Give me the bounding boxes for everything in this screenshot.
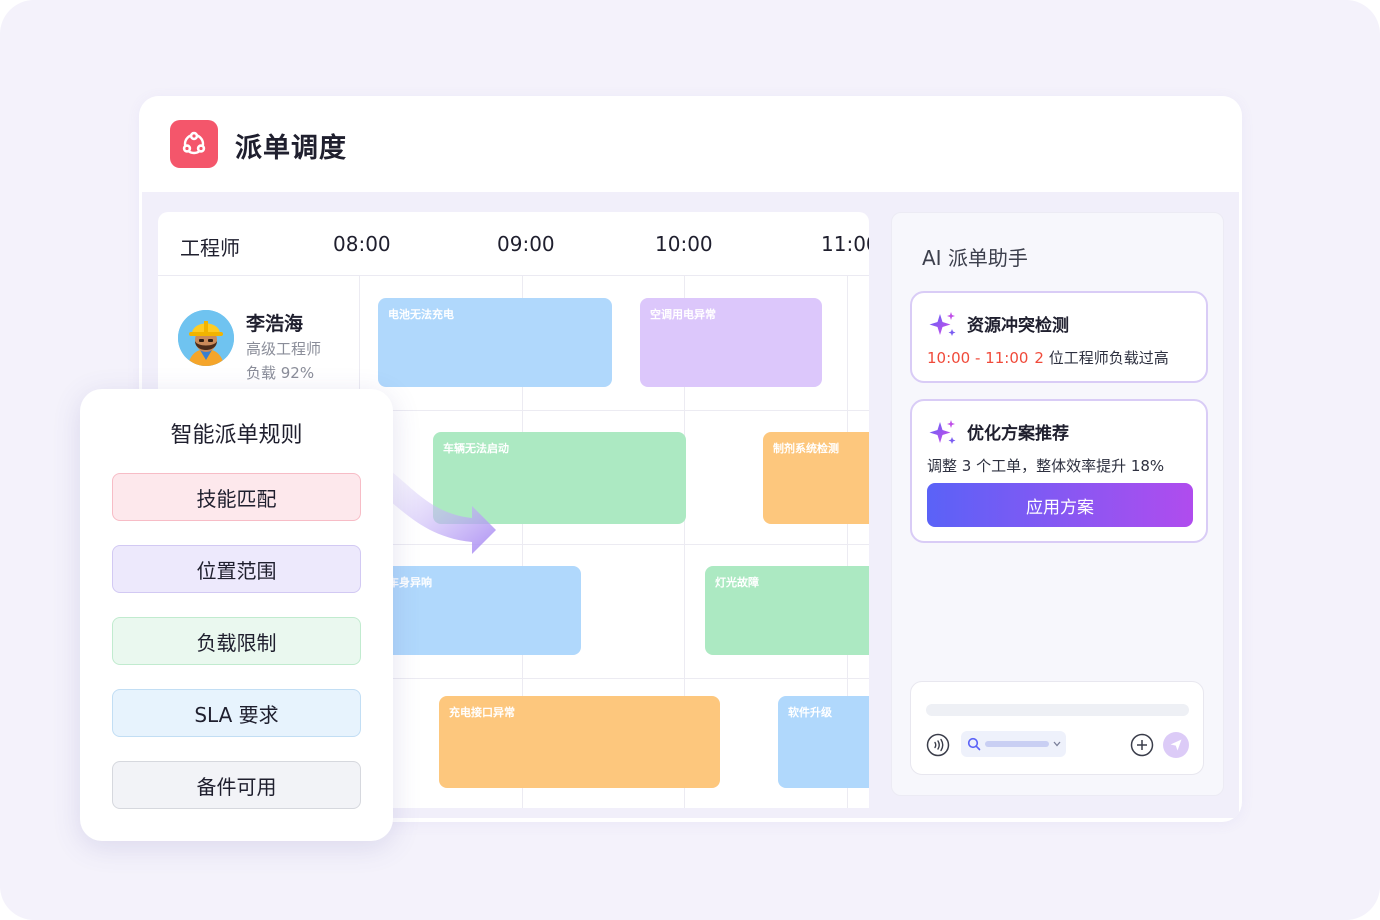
- task-card[interactable]: 电池无法充电: [378, 298, 612, 387]
- voice-icon[interactable]: [926, 733, 950, 757]
- rule-spare-parts[interactable]: 备件可用: [112, 761, 361, 809]
- task-card[interactable]: 制剂系统检测: [763, 432, 869, 524]
- conflict-description: 位工程师负载过高: [1043, 349, 1169, 367]
- sparkle-icon: [929, 420, 956, 444]
- send-button[interactable]: [1163, 732, 1189, 758]
- ai-assistant-panel: AI 派单助手 资源冲突检测 10:00 - 11:00 2 位工程师负载过高: [891, 212, 1224, 796]
- assistant-title: AI 派单助手: [922, 246, 1028, 270]
- conflict-card[interactable]: 资源冲突检测 10:00 - 11:00 2 位工程师负载过高: [910, 291, 1208, 383]
- chevron-down-icon: [1053, 741, 1061, 747]
- task-card[interactable]: 空调用电异常: [640, 298, 822, 387]
- chat-input-box[interactable]: [910, 681, 1204, 775]
- schedule-header: 工程师 08:00 09:00 10:00 11:00: [158, 212, 869, 276]
- flow-arrow-icon: [384, 466, 496, 554]
- chat-input-field[interactable]: [926, 704, 1189, 716]
- dispatch-logo-icon: [170, 120, 218, 168]
- optimize-card: 优化方案推荐 调整 3 个工单，整体效率提升 18% 应用方案: [910, 399, 1208, 543]
- optimize-text: 调整 3 个工单，整体效率提升 18%: [927, 457, 1165, 475]
- task-card[interactable]: 软件升级: [778, 696, 869, 788]
- rule-sla-requirement[interactable]: SLA 要求: [112, 689, 361, 737]
- conflict-count: 2: [1034, 349, 1044, 367]
- rule-location-range[interactable]: 位置范围: [112, 545, 361, 593]
- column-time-1000: 10:00: [655, 232, 713, 256]
- engineer-avatar: [178, 310, 234, 366]
- conflict-title: 资源冲突检测: [967, 316, 1069, 336]
- conflict-text: 10:00 - 11:00 2 位工程师负载过高: [927, 347, 1169, 368]
- send-icon: [1170, 739, 1182, 751]
- engineer-name: 李浩海: [246, 313, 304, 335]
- column-time-0900: 09:00: [497, 232, 555, 256]
- mode-select-value: [985, 741, 1049, 747]
- app-header: 派单调度: [139, 96, 1242, 192]
- column-time-1100: 11:00: [821, 232, 869, 256]
- smart-dispatch-rules-panel: 智能派单规则 技能匹配 位置范围 负载限制 SLA 要求 备件可用: [80, 389, 393, 841]
- conflict-time: 10:00 - 11:00: [927, 349, 1029, 367]
- engineer-load: 负载 92%: [246, 364, 315, 382]
- apply-plan-button[interactable]: 应用方案: [927, 483, 1193, 527]
- task-card[interactable]: 灯光故障: [705, 566, 869, 655]
- page-title: 派单调度: [235, 133, 347, 164]
- sparkle-icon: [929, 312, 956, 336]
- add-icon[interactable]: [1130, 733, 1154, 757]
- optimize-title: 优化方案推荐: [967, 424, 1069, 444]
- task-card[interactable]: 充电接口异常: [439, 696, 720, 788]
- rule-load-limit[interactable]: 负载限制: [112, 617, 361, 665]
- search-icon: [967, 737, 981, 751]
- mode-select[interactable]: [961, 731, 1066, 757]
- column-engineer: 工程师: [180, 236, 240, 260]
- engineer-role: 高级工程师: [246, 340, 322, 358]
- column-time-0800: 08:00: [333, 232, 391, 256]
- rules-title: 智能派单规则: [170, 423, 303, 448]
- rule-skill-match[interactable]: 技能匹配: [112, 473, 361, 521]
